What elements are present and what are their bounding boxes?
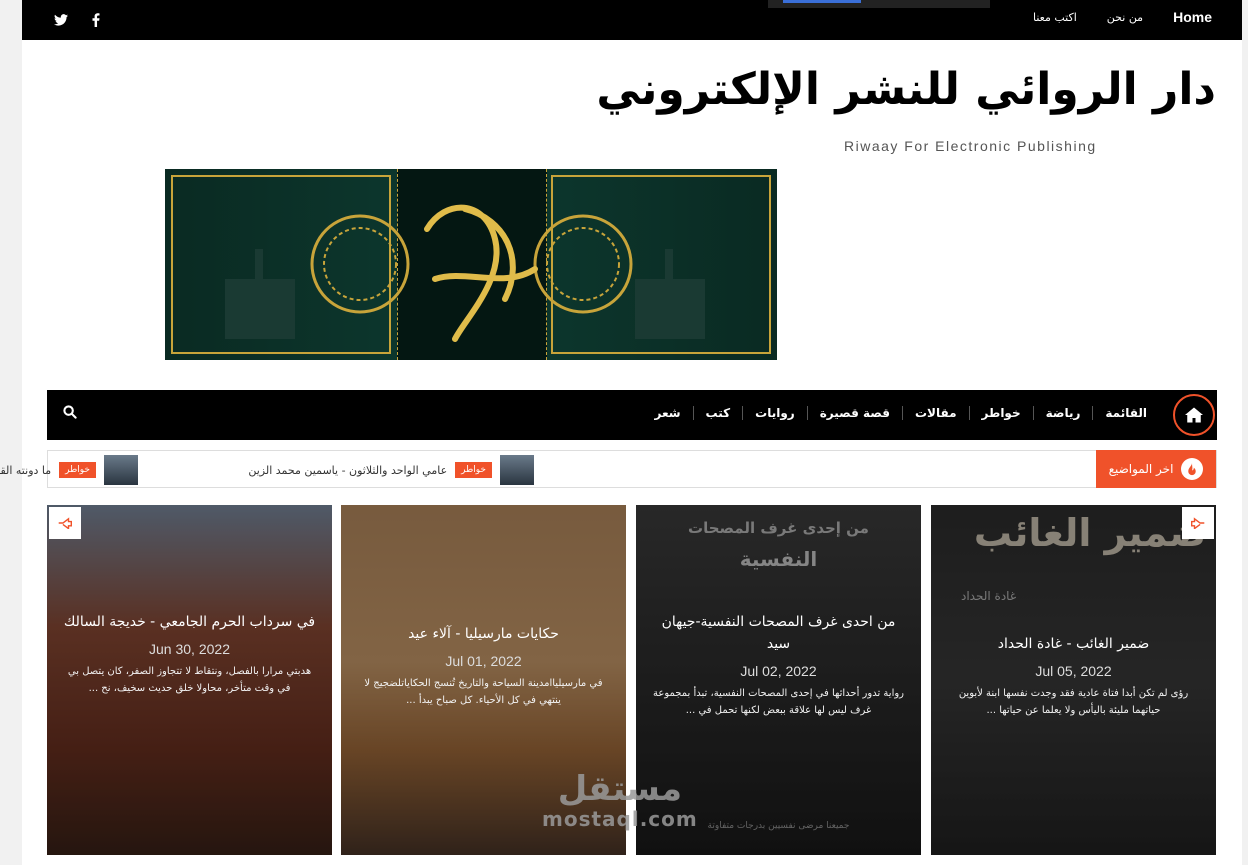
ticker-label-text: اخر المواضيع (1108, 462, 1174, 476)
card-content: ضمير الغائب - غادة الحداد Jul 05, 2022 ر… (945, 633, 1202, 719)
facebook-icon[interactable] (92, 0, 100, 40)
menu-item-short-story[interactable]: قصة قصيرة (806, 406, 902, 420)
home-icon[interactable] (1173, 394, 1215, 436)
site-tagline: Riwaay For Electronic Publishing (844, 138, 1097, 154)
latest-posts-ticker: اخر المواضيع خواطر عامي الواحد والثلاثون… (0, 450, 1217, 488)
ticker-label: اخر المواضيع (1096, 450, 1216, 488)
main-menu: القائمة رياضة خواطر مقالات قصة قصيرة روا… (643, 390, 1160, 436)
ticker-item[interactable]: خواطر ما دونته القلوب (0, 455, 138, 485)
pointing-hand-icon[interactable] (49, 507, 81, 539)
menu-item-list[interactable]: القائمة (1092, 406, 1159, 420)
menu-item-poetry[interactable]: شعر (643, 406, 693, 420)
twitter-icon[interactable] (54, 0, 68, 40)
top-nav-home[interactable]: Home (1173, 9, 1212, 25)
card-title[interactable]: في سرداب الحرم الجامعي - خديجة السالك (61, 611, 318, 633)
ticker-item-title[interactable]: ما دونته القلوب (0, 464, 51, 477)
category-badge[interactable]: خواطر (455, 462, 492, 478)
top-nav-about[interactable]: من نحن (1107, 11, 1143, 24)
post-card[interactable]: في سرداب الحرم الجامعي - خديجة السالك Ju… (47, 505, 332, 855)
top-nav-write-with-us[interactable]: اكتب معنا (1033, 11, 1077, 24)
ticker-thumbnail (104, 455, 138, 485)
ticker-item-title[interactable]: عامي الواحد والثلاثون - ياسمين محمد الزي… (248, 464, 447, 477)
menu-item-sports[interactable]: رياضة (1032, 406, 1093, 420)
watermark-arabic: مستقل (557, 769, 683, 809)
ticker-thumbnail (500, 455, 534, 485)
eid-banner[interactable] (165, 169, 777, 360)
card-date: Jul 02, 2022 (740, 663, 817, 679)
card-excerpt: رؤى لم تكن أبدا فتاة عادية فقد وجدت نفسه… (958, 688, 1189, 716)
card-content: حكايات مارسيليا - آلاء عيد Jul 01, 2022 … (355, 623, 612, 709)
loading-bar-fill (783, 0, 861, 3)
card-title[interactable]: ضمير الغائب - غادة الحداد (945, 633, 1202, 655)
banner-calligraphy-image (225, 204, 705, 342)
ticker-item[interactable]: خواطر عامي الواحد والثلاثون - ياسمين محم… (248, 455, 534, 485)
card-date: Jun 30, 2022 (149, 641, 230, 657)
card-excerpt: رواية تدور أحداثها في إحدى المصحات النفس… (652, 688, 905, 716)
page: Home من نحن اكتب معنا دار الروائي للنشر … (0, 0, 1242, 865)
card-excerpt: في مارسيلياامدينة السياحة والتاريخ تُنسج… (364, 678, 603, 706)
card-date: Jul 05, 2022 (1035, 663, 1112, 679)
main-nav: القائمة رياضة خواطر مقالات قصة قصيرة روا… (47, 390, 1217, 440)
post-card[interactable]: ضمير الغائب غادة الحداد ضمير الغائب - غا… (931, 505, 1216, 855)
loading-bar (768, 0, 990, 8)
category-badge[interactable]: خواطر (59, 462, 96, 478)
menu-item-books[interactable]: كتب (692, 406, 743, 420)
menu-item-articles[interactable]: مقالات (901, 406, 969, 420)
search-icon[interactable] (63, 404, 77, 423)
menu-item-novels[interactable]: روايات (742, 406, 807, 420)
card-content: من احدى غرف المصحات النفسية-جيهان سيد Ju… (650, 611, 907, 719)
top-bar: Home من نحن اكتب معنا (22, 0, 1242, 40)
card-content: في سرداب الحرم الجامعي - خديجة السالك Ju… (61, 611, 318, 697)
watermark-latin: mostaql.com (542, 807, 698, 831)
card-title[interactable]: حكايات مارسيليا - آلاء عيد (355, 623, 612, 645)
mostaql-watermark: مستقل mostaql.com (542, 770, 698, 830)
card-excerpt: هدبتي مرارا بالفصل، ونتقاط لا تتجاوز الص… (67, 666, 312, 694)
menu-item-thoughts[interactable]: خواطر (968, 406, 1033, 420)
fire-icon (1181, 458, 1204, 480)
card-date: Jul 01, 2022 (445, 653, 522, 669)
card-title[interactable]: من احدى غرف المصحات النفسية-جيهان سيد (650, 611, 907, 655)
site-title[interactable]: دار الروائي للنشر الإلكتروني (596, 64, 1216, 115)
top-nav: Home من نحن اكتب معنا (1033, 0, 1212, 34)
pointing-hand-icon[interactable] (1182, 507, 1214, 539)
